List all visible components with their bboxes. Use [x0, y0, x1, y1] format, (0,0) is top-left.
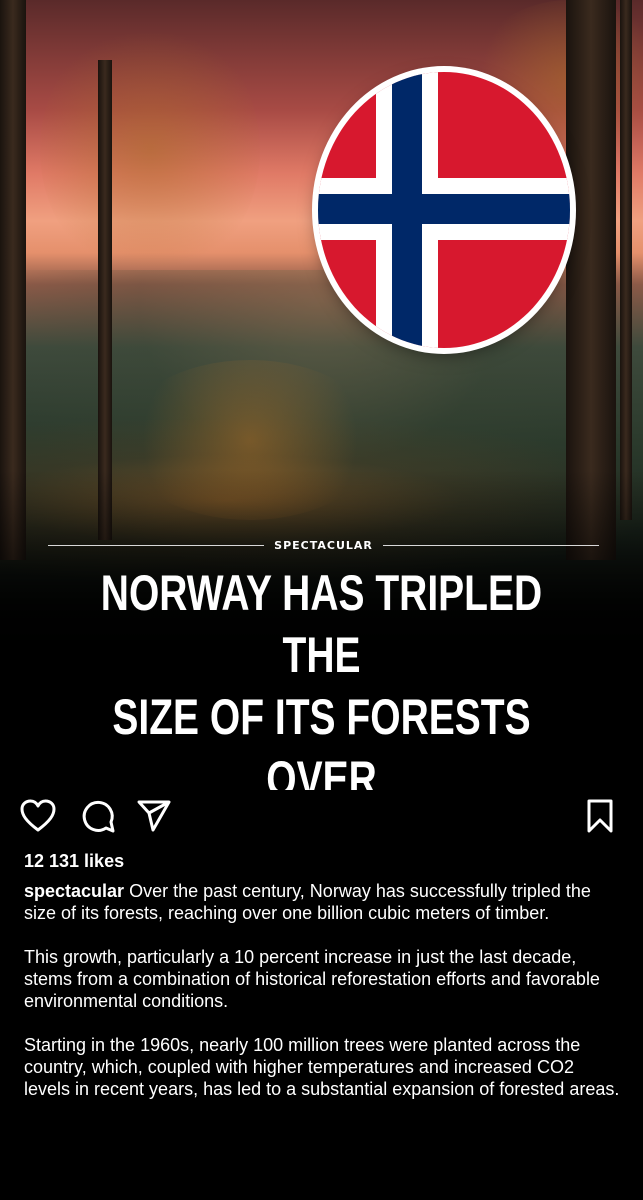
divider-line: [48, 544, 265, 546]
post-image[interactable]: SPECTACULAR NORWAY HAS TRIPLED THE SIZE …: [0, 0, 643, 790]
tree-trunk: [98, 60, 112, 540]
brand-watermark: SPECTACULAR: [274, 538, 373, 552]
brand-divider: SPECTACULAR: [48, 537, 600, 553]
norway-flag-badge: [318, 72, 570, 348]
bookmark-icon: [587, 799, 613, 833]
likes-count[interactable]: 12 131 likes: [24, 851, 124, 872]
post-headline: NORWAY HAS TRIPLED THE SIZE OF ITS FORES…: [100, 565, 543, 790]
divider-line: [382, 544, 600, 546]
post-caption: spectacular Over the past century, Norwa…: [24, 880, 624, 1122]
caption-paragraph: Starting in the 1960s, nearly 100 millio…: [24, 1035, 620, 1099]
caption-username[interactable]: spectacular: [24, 881, 124, 901]
send-icon: [137, 800, 171, 832]
save-button[interactable]: [580, 796, 620, 836]
comment-icon: [82, 800, 115, 833]
like-button[interactable]: [18, 796, 58, 836]
heart-icon: [20, 799, 56, 832]
share-button[interactable]: [134, 796, 174, 836]
comment-button[interactable]: [78, 796, 118, 836]
caption-paragraph: This growth, particularly a 10 percent i…: [24, 947, 600, 1011]
caption-paragraph: spectacular Over the past century, Norwa…: [24, 880, 624, 924]
tree-trunk: [620, 0, 632, 520]
tree-foliage: [40, 20, 260, 280]
flag-cross-blue: [318, 194, 570, 224]
post-actions-bar: [0, 796, 643, 840]
